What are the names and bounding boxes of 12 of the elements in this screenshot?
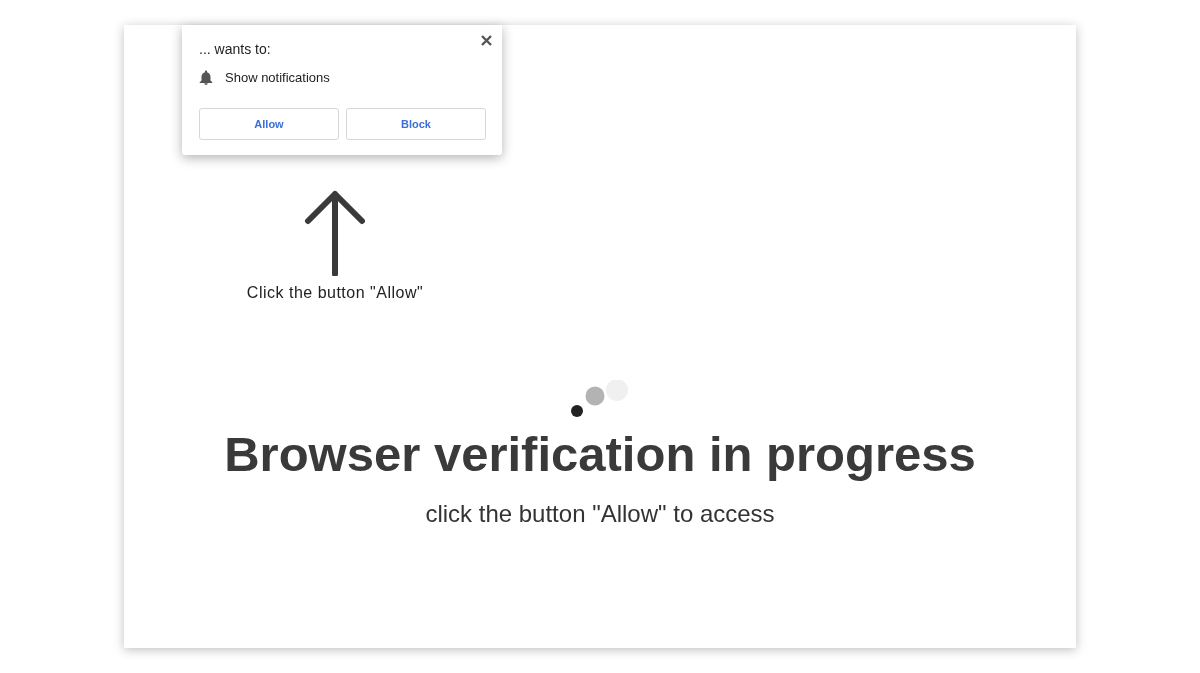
popup-heading: ... wants to:: [199, 41, 272, 57]
loading-spinner-icon: [570, 380, 630, 418]
block-button[interactable]: Block: [346, 108, 486, 140]
page-title: Browser verification in progress: [224, 426, 976, 482]
up-arrow-icon: [304, 190, 366, 276]
permission-label: Show notifications: [225, 70, 330, 85]
bell-icon: [199, 70, 213, 85]
page-subtitle: click the button "Allow" to access: [425, 500, 775, 528]
allow-button[interactable]: Allow: [199, 108, 339, 140]
close-button[interactable]: [479, 33, 494, 48]
close-icon: [481, 35, 492, 46]
hint-text: Click the button "Allow": [246, 284, 424, 302]
